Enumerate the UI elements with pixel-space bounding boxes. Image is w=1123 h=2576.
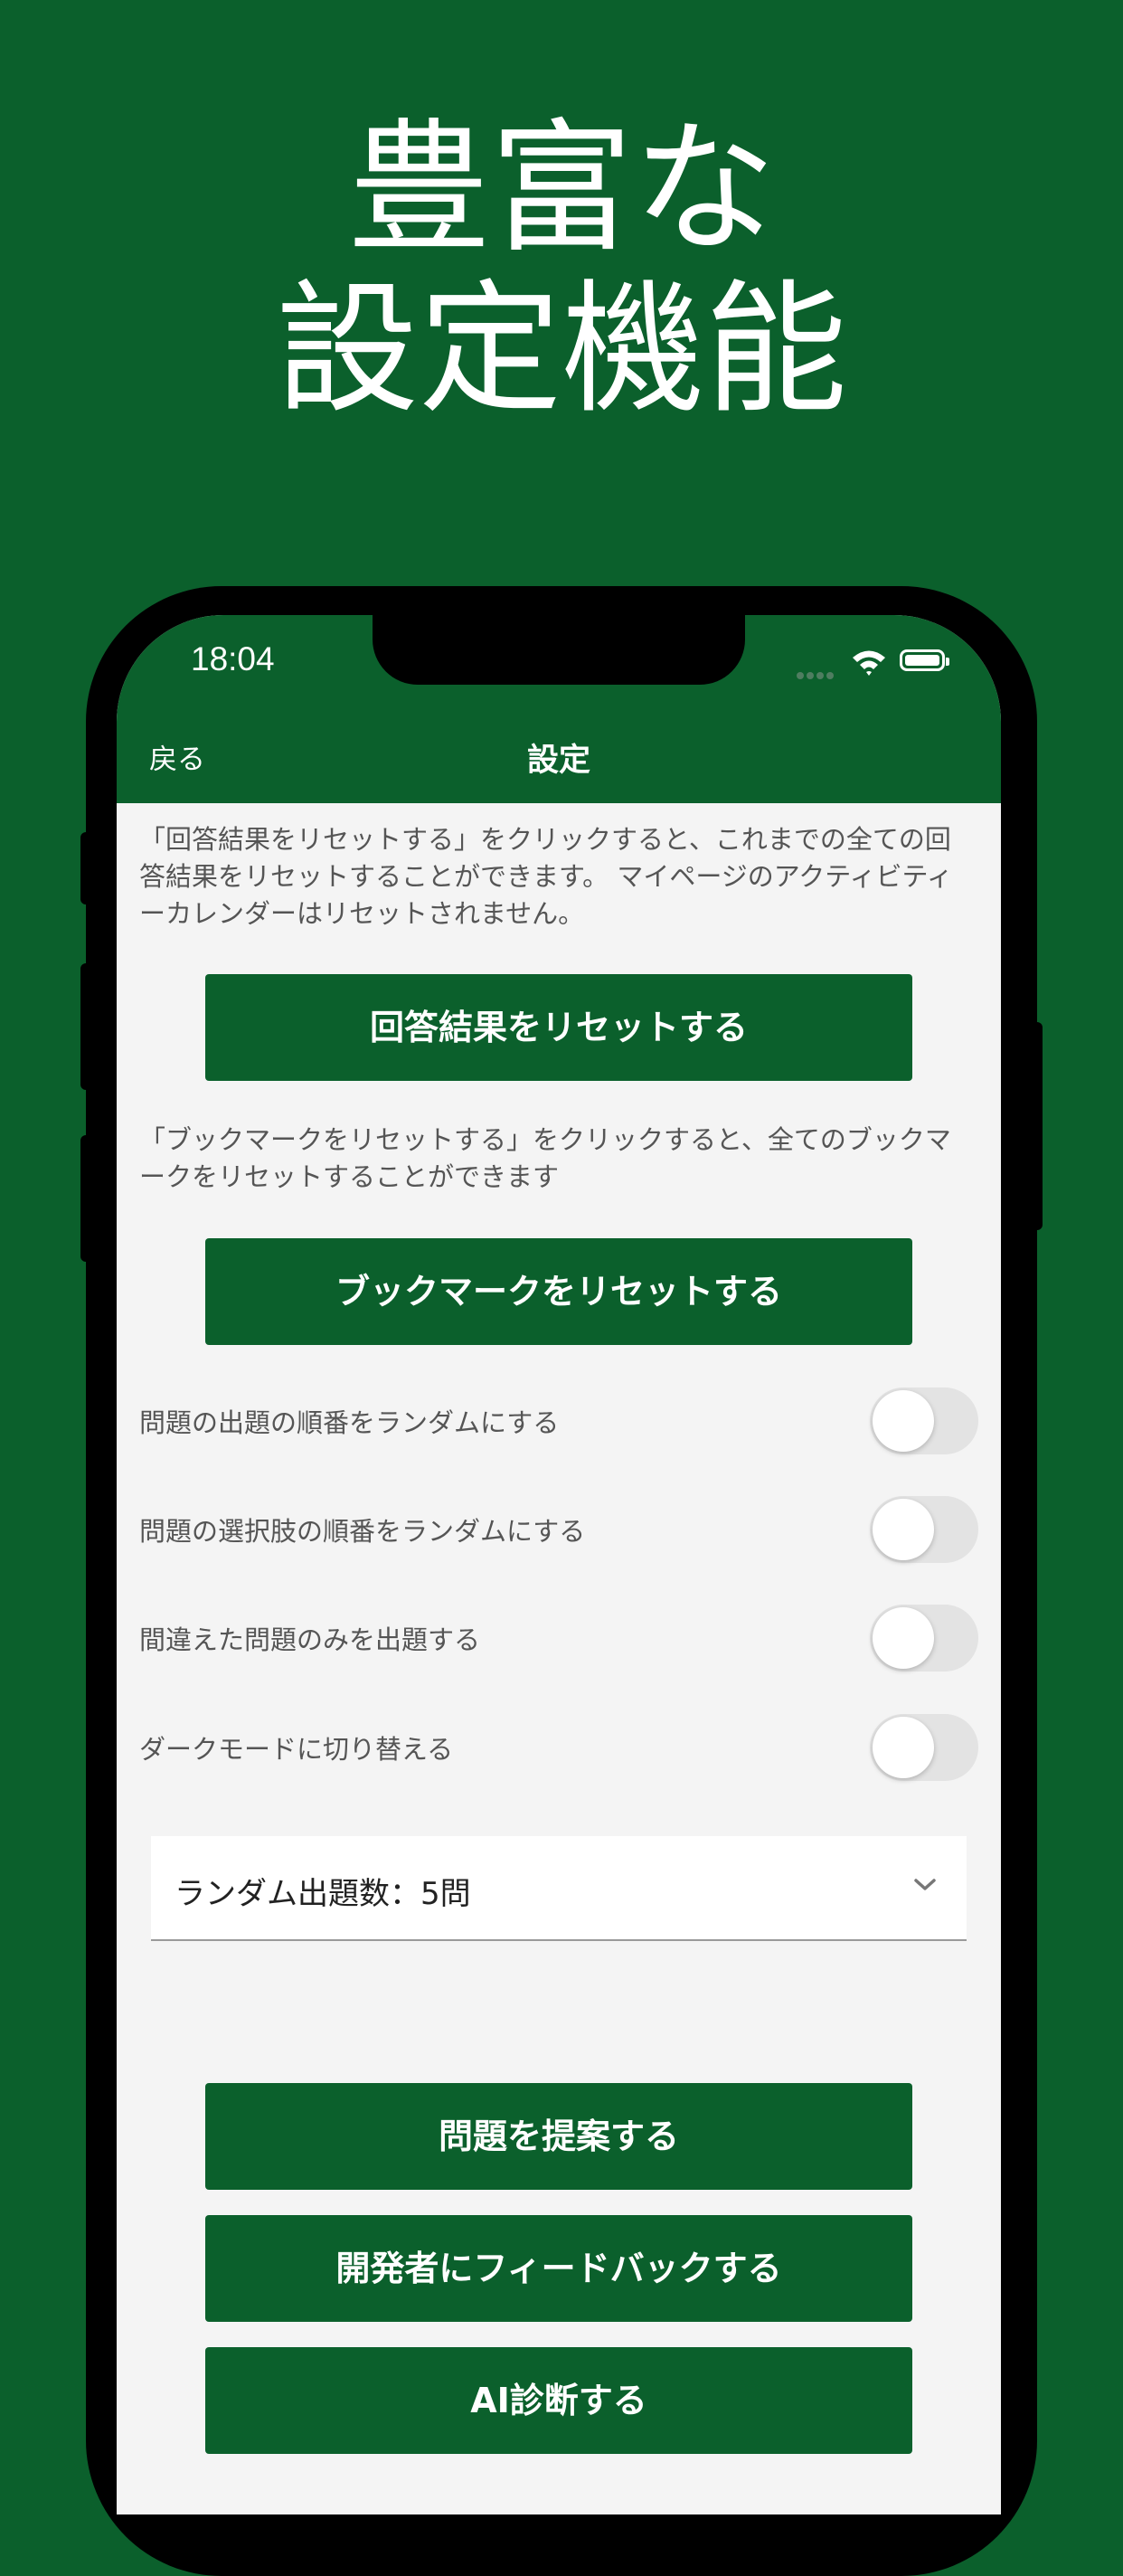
wrong-only-toggle[interactable]: [870, 1605, 978, 1672]
toggle-row-random-choice-order: 問題の選択肢の順番をランダムにする: [139, 1492, 978, 1565]
battery-icon: [900, 649, 949, 671]
phone-volume-up: [80, 963, 93, 1090]
promo-title-line1: 豊富な: [347, 106, 776, 272]
phone-notch: [373, 615, 745, 685]
reset-bookmarks-description: 「ブックマークをリセットする」をクリックすると、全てのブックマークをリセットする…: [139, 1124, 951, 1192]
select-value: ランダム出題数：5問: [175, 1876, 471, 1912]
toggle-knob: [873, 1499, 934, 1560]
wifi-icon: [853, 650, 885, 676]
phone-screen: 18:04 戻る 設定 「回答結果をリセットする」をクリックすると、これまでの全…: [117, 615, 1001, 2514]
signal-icon: [797, 666, 836, 683]
toggle-row-wrong-only: 間違えた問題のみを出題する: [139, 1601, 978, 1673]
reset-bookmarks-button[interactable]: ブックマークをリセットする: [205, 1238, 912, 1345]
toggle-knob: [873, 1607, 934, 1669]
status-time: 18:04: [191, 640, 275, 677]
reset-results-button[interactable]: 回答結果をリセットする: [205, 974, 912, 1081]
random-question-order-toggle[interactable]: [870, 1387, 978, 1454]
ai-diagnosis-button[interactable]: AI診断する: [205, 2347, 912, 2454]
toggle-row-random-question-order: 問題の出題の順番をランダムにする: [139, 1384, 978, 1456]
phone-volume-down: [80, 1135, 93, 1262]
chevron-down-icon: [914, 1879, 936, 1890]
dark-mode-toggle[interactable]: [870, 1714, 978, 1781]
navigation-bar: 戻る 設定: [117, 713, 1001, 803]
toggle-label: ダークモードに切り替える: [139, 1734, 454, 1765]
phone-power-button: [1030, 1022, 1043, 1230]
random-count-select[interactable]: ランダム出題数：5問: [151, 1836, 967, 1941]
toggle-label: 間違えた問題のみを出題する: [139, 1624, 481, 1655]
reset-results-description: 「回答結果をリセットする」をクリックすると、これまでの全ての回答結果をリセットす…: [139, 824, 953, 929]
toggle-row-dark-mode: ダークモードに切り替える: [139, 1710, 978, 1783]
toggle-label: 問題の出題の順番をランダムにする: [139, 1407, 560, 1438]
feedback-button[interactable]: 開発者にフィードバックする: [205, 2215, 912, 2322]
promo-title-line2: 設定機能: [276, 267, 847, 433]
phone-mute-switch: [80, 832, 93, 904]
random-choice-order-toggle[interactable]: [870, 1496, 978, 1563]
suggest-question-button[interactable]: 問題を提案する: [205, 2083, 912, 2190]
toggle-label: 問題の選択肢の順番をランダムにする: [139, 1516, 586, 1547]
toggle-knob: [873, 1390, 934, 1452]
toggle-knob: [873, 1717, 934, 1778]
page-title: 設定: [526, 743, 590, 779]
